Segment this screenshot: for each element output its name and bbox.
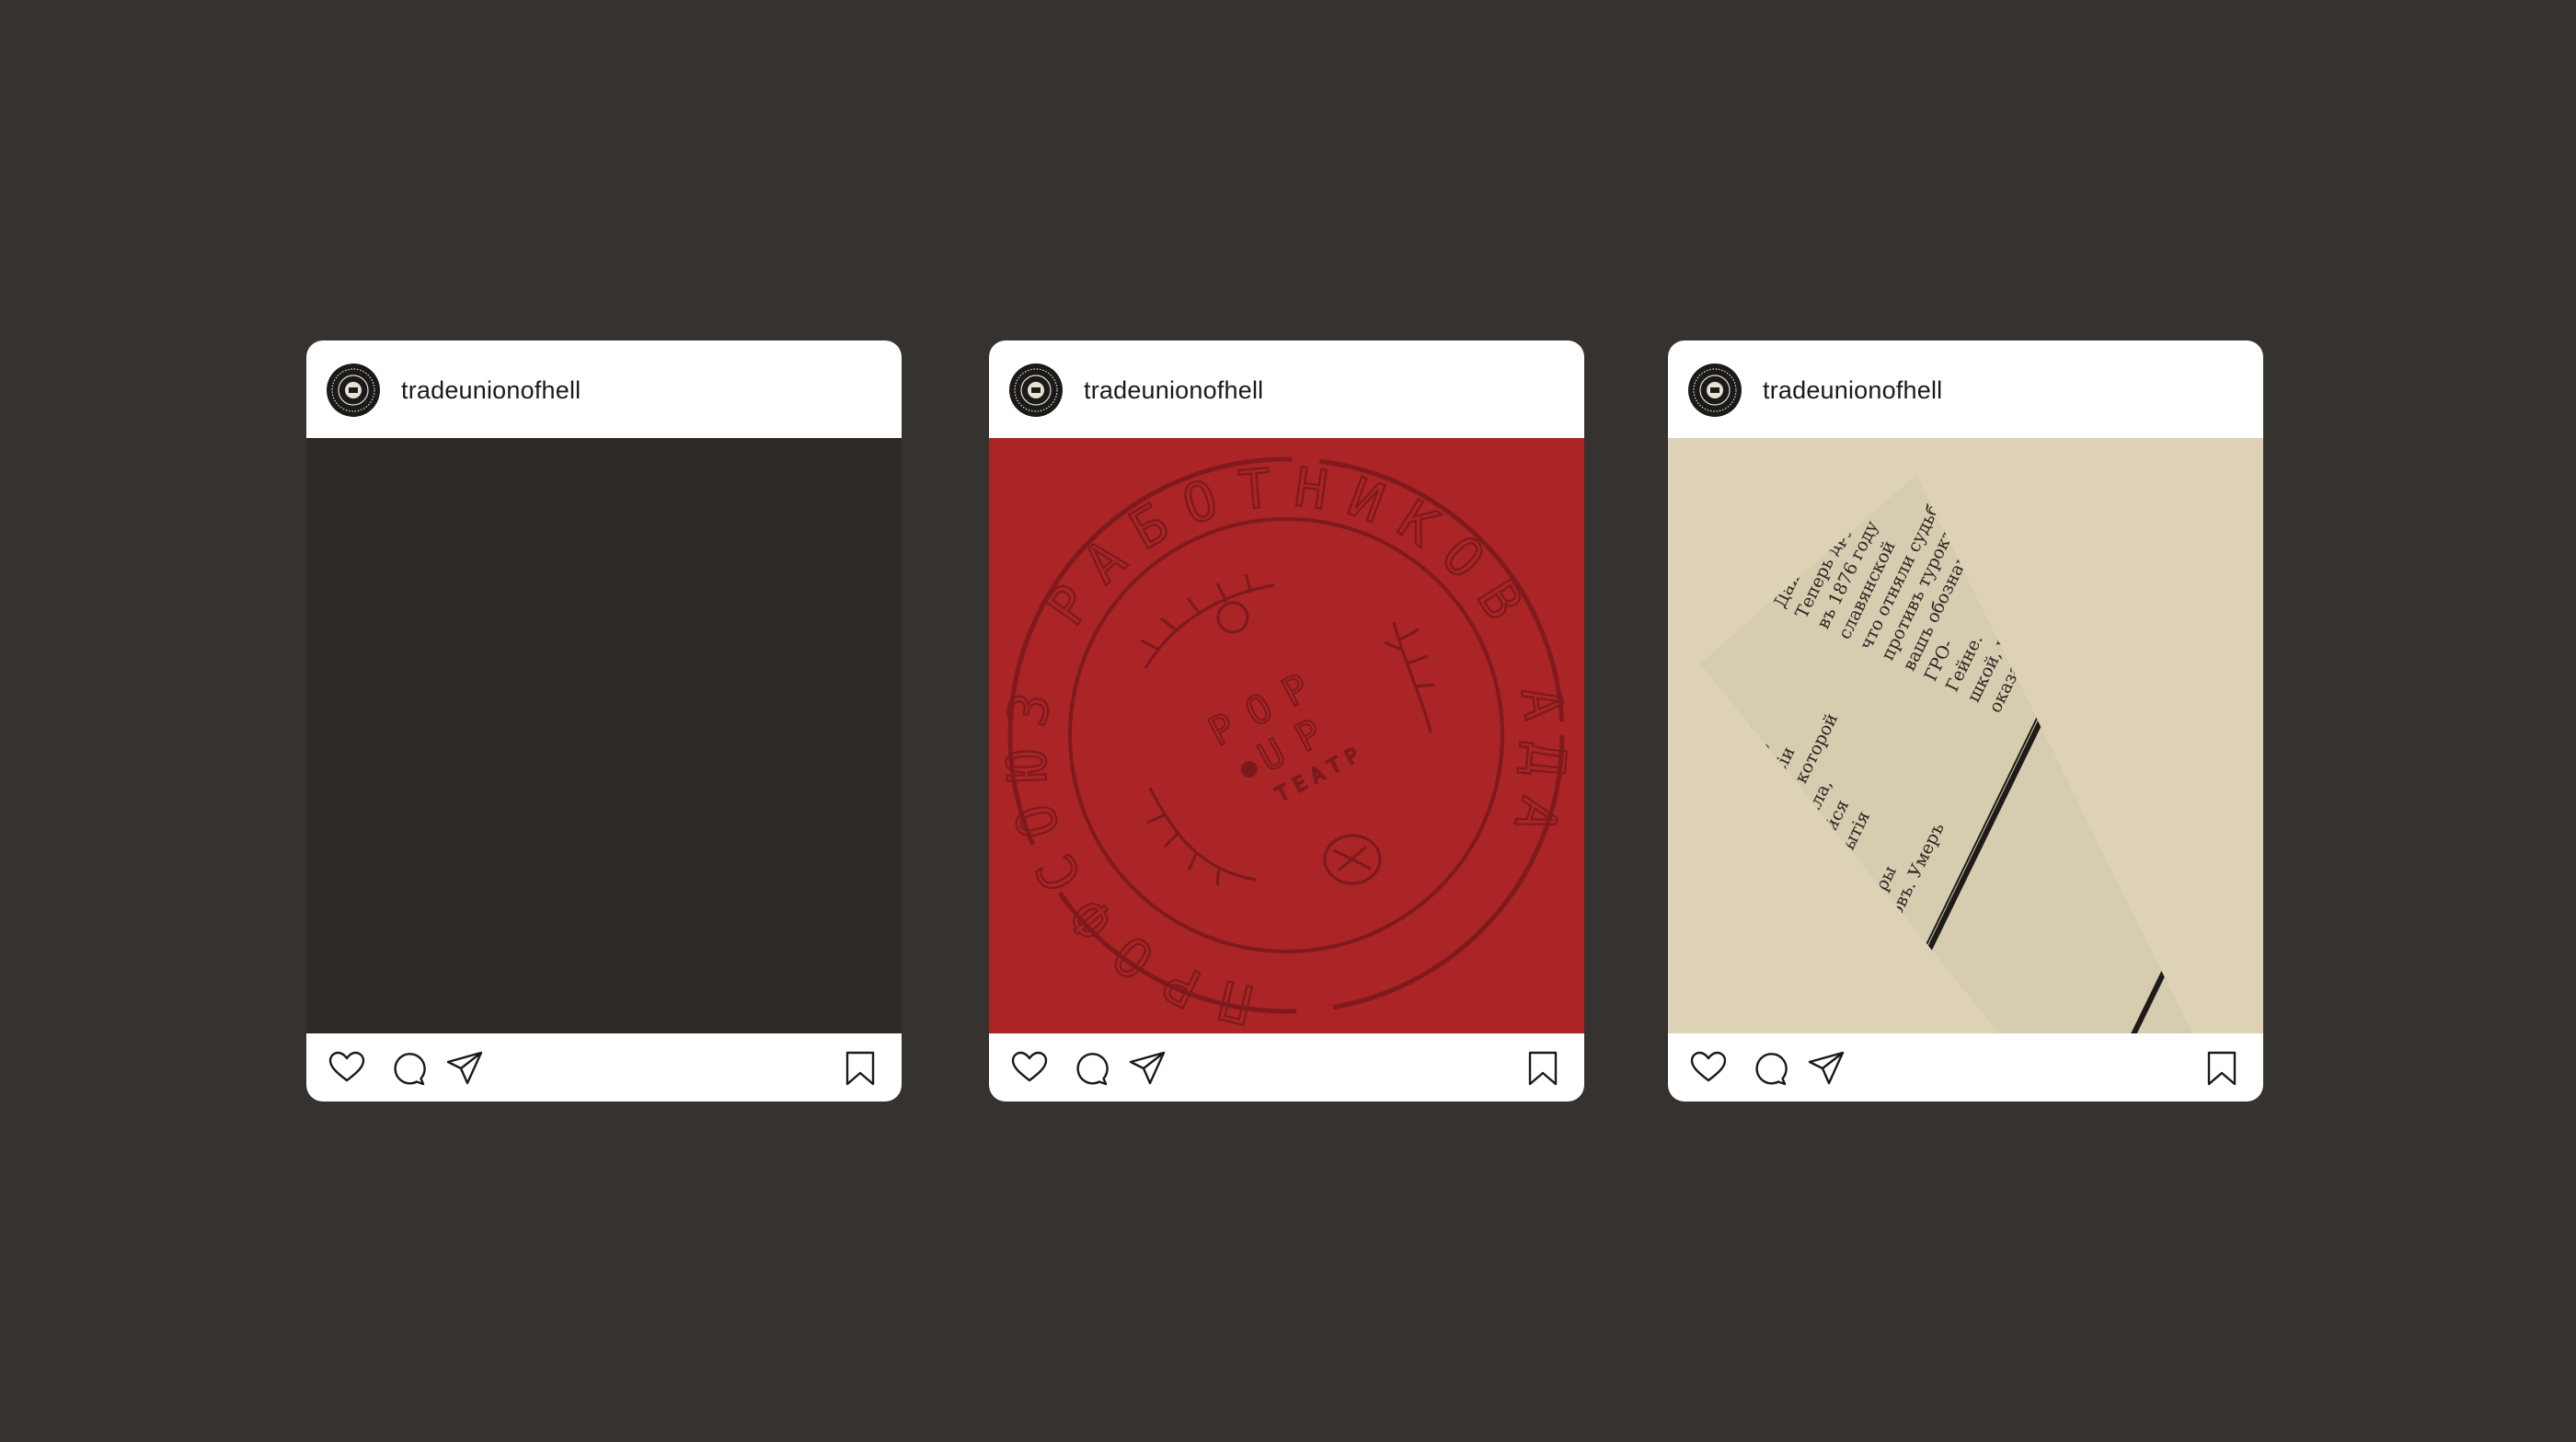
username[interactable]: tradeunionofhell xyxy=(1763,375,1942,405)
newspaper-clipping: и общественноеXI. ЛИТЕРАдавая каждомуДаж… xyxy=(1668,475,2192,1033)
bookmark-icon[interactable] xyxy=(840,1048,880,1089)
union-seal-logo xyxy=(1688,363,1742,417)
clipping-line: литературы xyxy=(1834,863,1901,971)
union-seal-logo xyxy=(1009,363,1063,417)
like-icon[interactable] xyxy=(327,1048,367,1089)
avatar[interactable] xyxy=(1688,363,1742,417)
stamp-dot xyxy=(1241,761,1258,778)
clipping-line: войны, показала, xyxy=(1748,776,1836,928)
clipping-line: ожидала въ Россіи xyxy=(1706,744,1800,907)
comment-icon[interactable] xyxy=(1749,1048,1789,1089)
post-card: tradeunionofhell и общественноеXI. ЛИТЕР… xyxy=(1668,340,2263,1102)
clipping-line: надвигающейся xyxy=(1770,797,1853,939)
like-icon[interactable] xyxy=(1009,1048,1050,1089)
avatar[interactable] xyxy=(1009,363,1063,417)
post-image-union-stamp[interactable]: ПРОФСОЮЗ РАБОТНИКОВ АДА POP UP ТЕАТР xyxy=(989,438,1584,1033)
action-bar xyxy=(1668,1033,2263,1102)
share-icon[interactable] xyxy=(444,1048,485,1089)
post-image-dark-panel[interactable] xyxy=(306,438,902,1033)
union-stamp: ПРОФСОЮЗ РАБОТНИКОВ АДА POP UP ТЕАТР xyxy=(994,455,1565,1033)
clipping-line: русское общество xyxy=(1684,739,1775,897)
clipping-line: оказалась утрата для xyxy=(1985,529,2090,716)
clipping-line: и общественное xyxy=(1668,722,1703,865)
union-seal-logo xyxy=(327,363,380,417)
comment-icon[interactable] xyxy=(1070,1048,1110,1089)
comment-icon[interactable] xyxy=(387,1048,428,1089)
post-card: tradeunionofhell ПРОФСОЮЗ РАБОТНИКОВ АДА xyxy=(989,340,1584,1102)
share-icon[interactable] xyxy=(1127,1048,1167,1089)
post-header: tradeunionofhell xyxy=(989,340,1584,438)
post-card: tradeunionofhell xyxy=(306,340,902,1102)
username[interactable]: tradeunionofhell xyxy=(1084,375,1263,405)
post-header: tradeunionofhell xyxy=(1668,340,2263,438)
share-icon[interactable] xyxy=(1806,1048,1846,1089)
clipping-line: народнаго участія. xyxy=(1668,720,1758,886)
post-header: tradeunionofhell xyxy=(306,340,902,438)
bookmark-icon[interactable] xyxy=(2202,1048,2242,1089)
post-image-newspaper-clipping[interactable]: и общественноеXI. ЛИТЕРАдавая каждомуДаж… xyxy=(1668,438,2263,1033)
action-bar xyxy=(306,1033,902,1102)
clipping-line: давая каждому xyxy=(1668,741,1720,876)
username[interactable]: tradeunionofhell xyxy=(401,375,581,405)
clipping-line: ПРЕВО- xyxy=(1813,885,1863,960)
avatar[interactable] xyxy=(327,363,380,417)
bookmark-icon[interactable] xyxy=(1523,1048,1563,1089)
action-bar xyxy=(989,1033,1584,1102)
like-icon[interactable] xyxy=(1688,1048,1729,1089)
clipping-line: чужихъ событія xyxy=(1791,808,1874,949)
